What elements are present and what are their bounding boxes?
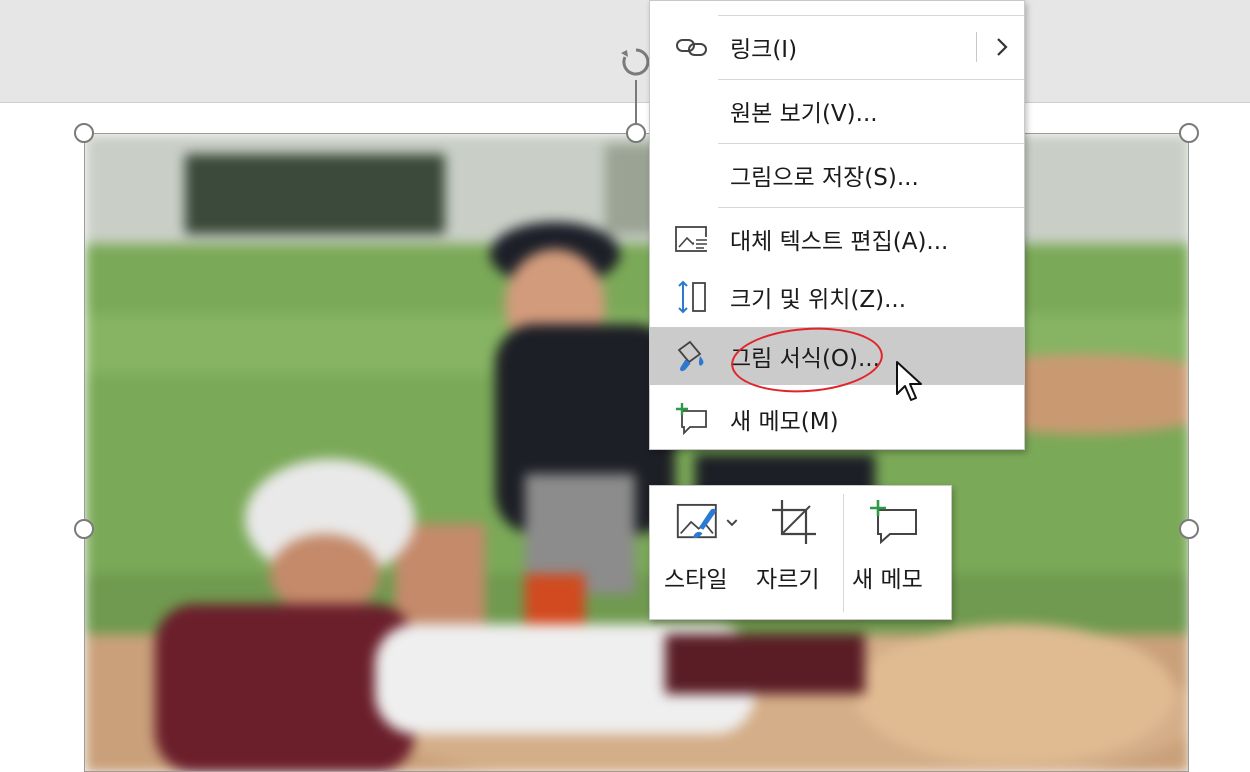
menu-item-label: 대체 텍스트 편집(A)... (730, 229, 949, 255)
new-comment-label: 새 메모 (852, 567, 923, 593)
picture-style-icon (676, 503, 738, 539)
alt-text-icon (672, 219, 712, 259)
menu-item-label: 크기 및 위치(Z)... (730, 287, 907, 313)
menu-item-label: 그림으로 저장(S)... (730, 165, 919, 191)
menu-item-link[interactable]: 링크(I) (650, 18, 1024, 76)
menu-item-label: 원본 보기(V)... (730, 101, 878, 127)
menu-item-size-and-position[interactable]: 크기 및 위치(Z)... (650, 268, 1024, 326)
crop-button[interactable]: 자르기 (754, 486, 834, 619)
resize-handle-top-middle[interactable] (626, 123, 646, 143)
chevron-right-icon[interactable] (990, 34, 1014, 60)
style-label: 스타일 (664, 567, 728, 593)
mouse-pointer-icon (896, 361, 922, 401)
crop-label: 자르기 (756, 567, 820, 593)
menu-item-view-original[interactable]: 원본 보기(V)... (650, 82, 1024, 140)
link-icon (672, 27, 712, 67)
menu-divider (718, 207, 1024, 208)
resize-handle-middle-left[interactable] (74, 519, 94, 539)
menu-item-new-comment[interactable]: 새 메모(M) (650, 390, 1024, 448)
menu-item-label: 새 메모(M) (730, 409, 839, 435)
menu-item-edit-alt-text[interactable]: 대체 텍스트 편집(A)... (650, 210, 1024, 268)
format-picture-icon (672, 336, 712, 376)
menu-divider (718, 143, 1024, 144)
style-button[interactable]: 스타일 (656, 486, 748, 619)
resize-handle-middle-right[interactable] (1179, 519, 1199, 539)
new-comment-icon (672, 399, 712, 439)
new-comment-button[interactable]: 새 메모 (850, 486, 944, 619)
submenu-divider (976, 32, 977, 62)
menu-divider (718, 79, 1024, 80)
size-position-icon (672, 277, 712, 317)
menu-item-save-as-picture[interactable]: 그림으로 저장(S)... (650, 146, 1024, 204)
resize-handle-top-right[interactable] (1179, 123, 1199, 143)
mini-toolbar: 스타일 자르기 새 메모 (649, 485, 952, 620)
new-comment-icon (870, 500, 917, 545)
menu-top-divider (718, 15, 1024, 16)
toolbar-divider (843, 494, 844, 612)
resize-handle-top-left[interactable] (74, 123, 94, 143)
menu-item-label: 링크(I) (730, 37, 798, 63)
crop-icon (772, 500, 816, 544)
